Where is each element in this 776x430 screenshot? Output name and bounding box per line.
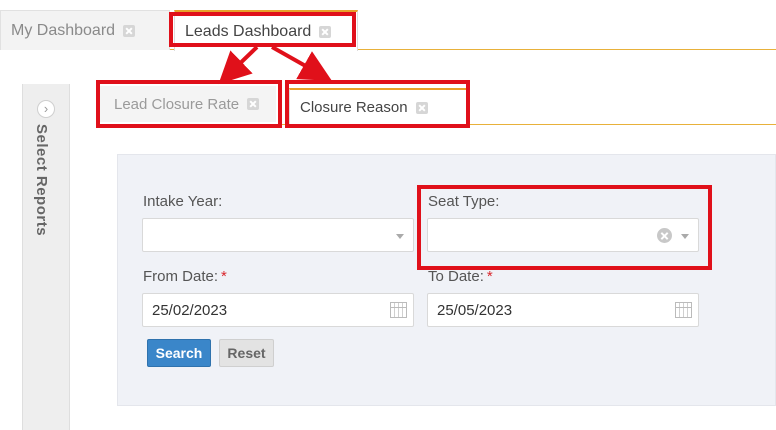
from-date-input[interactable]: 25/02/2023	[142, 293, 414, 327]
from-date-value: 25/02/2023	[152, 301, 228, 319]
tab-my-dashboard[interactable]: My Dashboard	[0, 10, 170, 50]
from-date-label: From Date: *	[143, 268, 227, 285]
highlight-closure-reason-tab	[285, 80, 470, 128]
from-date-label-text: From Date:	[143, 268, 219, 285]
to-date-label-text: To Date:	[428, 268, 484, 285]
to-date-input[interactable]: 25/05/2023	[427, 293, 699, 327]
required-marker: *	[221, 268, 227, 285]
required-marker: *	[486, 268, 493, 285]
select-reports-sidebar[interactable]: › Select Reports	[22, 84, 70, 430]
highlight-leads-dashboard-tab	[169, 12, 356, 47]
calendar-icon[interactable]	[675, 302, 692, 318]
to-date-value: 25/05/2023	[437, 301, 513, 319]
sidebar-label: Select Reports	[33, 124, 50, 237]
intake-year-label: Intake Year:	[143, 193, 223, 210]
chevron-down-icon[interactable]	[396, 234, 404, 239]
highlight-lead-closure-rate-tab	[96, 80, 282, 128]
intake-year-select[interactable]	[142, 218, 414, 252]
close-icon[interactable]	[123, 24, 136, 37]
reset-button[interactable]: Reset	[219, 339, 274, 367]
search-button[interactable]: Search	[147, 339, 211, 367]
highlight-seat-type-field	[417, 185, 712, 270]
dashboard-tab-bar: My Dashboard Leads Dashboard	[0, 0, 776, 51]
expand-sidebar-icon[interactable]: ›	[37, 100, 55, 118]
tab-label: My Dashboard	[11, 21, 116, 39]
to-date-label: To Date: *	[428, 268, 493, 285]
calendar-icon[interactable]	[390, 302, 407, 318]
